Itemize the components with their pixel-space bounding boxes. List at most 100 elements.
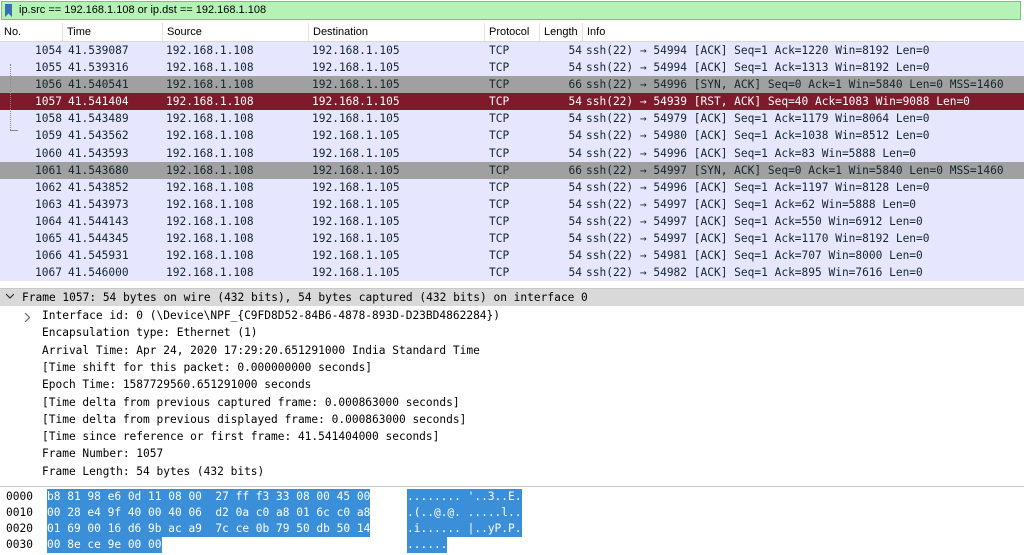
packet-cell-time: 41.544345 bbox=[68, 232, 129, 246]
packet-cell-time: 41.540541 bbox=[68, 78, 129, 92]
display-filter-bar: ip.src == 192.168.1.108 or ip.dst == 192… bbox=[0, 0, 1024, 22]
packet-cell-proto: TCP bbox=[489, 78, 510, 92]
packet-cell-info: ssh(22) → 54994 [ACK] Seq=1 Ack=1313 Win… bbox=[586, 61, 930, 75]
column-header-length[interactable]: Length bbox=[540, 23, 583, 41]
column-header-time[interactable]: Time bbox=[63, 23, 163, 41]
packet-cell-proto: TCP bbox=[489, 232, 510, 246]
packet-cell-no: 1067 bbox=[35, 266, 62, 280]
packet-cell-time: 41.539087 bbox=[68, 44, 129, 57]
packet-cell-src: 192.168.1.108 bbox=[166, 95, 254, 109]
packet-cell-dst: 192.168.1.105 bbox=[312, 249, 400, 263]
packet-cell-proto: TCP bbox=[489, 44, 510, 57]
packet-cell-no: 1054 bbox=[35, 44, 62, 57]
packet-cell-src: 192.168.1.108 bbox=[166, 266, 254, 280]
chevron-down-icon[interactable] bbox=[6, 292, 14, 300]
packet-cell-info: ssh(22) → 54939 [RST, ACK] Seq=40 Ack=10… bbox=[586, 95, 970, 109]
chevron-right-icon[interactable] bbox=[24, 313, 31, 322]
detail-time-shift[interactable]: [Time shift for this packet: 0.000000000… bbox=[42, 359, 372, 376]
packet-cell-proto: TCP bbox=[489, 197, 510, 211]
packet-cell-no: 1065 bbox=[35, 232, 62, 246]
table-row[interactable]: 1064 41.544143 192.168.1.108 192.168.1.105 T… bbox=[0, 212, 1024, 231]
packet-cell-len: 54 bbox=[568, 214, 582, 228]
column-header-protocol[interactable]: Protocol bbox=[485, 23, 540, 41]
packet-cell-src: 192.168.1.108 bbox=[166, 112, 254, 126]
table-row[interactable]: 1056 41.540541 192.168.1.108 192.168.1.105 T… bbox=[0, 76, 1024, 94]
packet-cell-dst: 192.168.1.105 bbox=[312, 232, 400, 246]
packet-cell-src: 192.168.1.108 bbox=[166, 61, 254, 75]
packet-cell-time: 41.546000 bbox=[68, 266, 129, 280]
packet-rows: 1054 41.539087 192.168.1.108 192.168.1.105 T… bbox=[0, 42, 1024, 282]
bytes-ascii[interactable]: ...... bbox=[407, 537, 448, 553]
packet-cell-time: 41.543593 bbox=[68, 146, 129, 160]
packet-cell-src: 192.168.1.108 bbox=[166, 214, 254, 228]
display-filter-input[interactable]: ip.src == 192.168.1.108 or ip.dst == 192… bbox=[19, 2, 266, 19]
display-filter-field[interactable]: ip.src == 192.168.1.108 or ip.dst == 192… bbox=[1, 1, 1021, 20]
packet-cell-len: 54 bbox=[568, 232, 582, 246]
packet-cell-no: 1063 bbox=[35, 197, 62, 211]
bytes-ascii[interactable]: .(..@.@. .....l.. bbox=[407, 505, 522, 521]
packet-cell-src: 192.168.1.108 bbox=[166, 129, 254, 143]
packet-cell-info: ssh(22) → 54996 [ACK] Seq=1 Ack=83 Win=5… bbox=[586, 146, 917, 160]
column-header-destination[interactable]: Destination bbox=[309, 23, 485, 41]
bytes-offset: 0030 bbox=[6, 538, 33, 551]
column-header-no[interactable]: No. bbox=[0, 23, 63, 41]
bytes-hex[interactable]: 00 28 e4 9f 40 00 40 06 d2 0a c0 a8 01 6… bbox=[47, 505, 371, 521]
bytes-hex[interactable]: 01 69 00 16 d6 9b ac a9 7c ce 0b 79 50 d… bbox=[47, 521, 371, 537]
packet-cell-dst: 192.168.1.105 bbox=[312, 129, 400, 143]
bytes-ascii[interactable]: ........ '..3..E. bbox=[407, 489, 522, 505]
packet-cell-info: ssh(22) → 54996 [SYN, ACK] Seq=0 Ack=1 W… bbox=[586, 78, 1004, 92]
column-header-source[interactable]: Source bbox=[163, 23, 309, 41]
packet-cell-no: 1064 bbox=[35, 214, 62, 228]
table-row[interactable]: 1063 41.543973 192.168.1.108 192.168.1.105 T… bbox=[0, 195, 1024, 213]
bytes-ascii[interactable]: .i...... |..yP.P. bbox=[407, 521, 522, 537]
table-row[interactable]: 1060 41.543593 192.168.1.108 192.168.1.105 T… bbox=[0, 144, 1024, 162]
packet-cell-dst: 192.168.1.105 bbox=[312, 214, 400, 228]
packet-cell-len: 54 bbox=[568, 95, 582, 109]
detail-interface-id[interactable]: Interface id: 0 (\Device\NPF_{C9FD8D52-8… bbox=[42, 307, 500, 324]
frame-summary-row[interactable]: Frame 1057: 54 bytes on wire (432 bits),… bbox=[0, 289, 1024, 306]
packet-cell-time: 41.543852 bbox=[68, 180, 129, 194]
packet-details-pane: Frame 1057: 54 bytes on wire (432 bits),… bbox=[0, 288, 1024, 485]
column-header-info[interactable]: Info bbox=[583, 23, 1024, 41]
detail-time-since-reference[interactable]: [Time since reference or first frame: 41… bbox=[42, 428, 439, 445]
detail-arrival-time[interactable]: Arrival Time: Apr 24, 2020 17:29:20.6512… bbox=[42, 342, 480, 359]
packet-cell-len: 54 bbox=[568, 146, 582, 160]
packet-cell-len: 54 bbox=[568, 197, 582, 211]
packet-cell-len: 54 bbox=[568, 180, 582, 194]
detail-frame-number[interactable]: Frame Number: 1057 bbox=[42, 445, 163, 462]
table-row[interactable]: 1066 41.545931 192.168.1.108 192.168.1.105 T… bbox=[0, 247, 1024, 265]
detail-delta-displayed[interactable]: [Time delta from previous displayed fram… bbox=[42, 411, 466, 428]
packet-cell-time: 41.544143 bbox=[68, 214, 129, 228]
packet-cell-proto: TCP bbox=[489, 266, 510, 280]
packet-cell-info: ssh(22) → 54979 [ACK] Seq=1 Ack=1179 Win… bbox=[586, 112, 930, 126]
detail-delta-captured[interactable]: [Time delta from previous captured frame… bbox=[42, 394, 460, 411]
conversation-tree-line bbox=[10, 64, 12, 130]
packet-cell-src: 192.168.1.108 bbox=[166, 180, 254, 194]
detail-encapsulation[interactable]: Encapsulation type: Ethernet (1) bbox=[42, 324, 258, 341]
bookmark-icon[interactable] bbox=[5, 4, 12, 17]
packet-cell-time: 41.539316 bbox=[68, 61, 129, 75]
table-row[interactable]: 1055 41.539316 192.168.1.108 192.168.1.105 T… bbox=[0, 59, 1024, 77]
packet-cell-dst: 192.168.1.105 bbox=[312, 61, 400, 75]
table-row[interactable]: 1067 41.546000 192.168.1.108 192.168.1.105 T… bbox=[0, 264, 1024, 282]
bytes-hex[interactable]: b8 81 98 e6 0d 11 08 00 27 ff f3 33 08 0… bbox=[47, 489, 371, 505]
packet-cell-src: 192.168.1.108 bbox=[166, 78, 254, 92]
packet-cell-len: 54 bbox=[568, 112, 582, 126]
table-row[interactable]: 1061 41.543680 192.168.1.108 192.168.1.105 T… bbox=[0, 161, 1024, 179]
table-row[interactable]: 1059 41.543562 192.168.1.108 192.168.1.105 T… bbox=[0, 127, 1024, 145]
table-row[interactable]: 1058 41.543489 192.168.1.108 192.168.1.105 T… bbox=[0, 110, 1024, 128]
packet-cell-dst: 192.168.1.105 bbox=[312, 44, 400, 57]
detail-epoch-time[interactable]: Epoch Time: 1587729560.651291000 seconds bbox=[42, 376, 311, 393]
table-row[interactable]: 1065 41.544345 192.168.1.108 192.168.1.105 T… bbox=[0, 230, 1024, 248]
packet-cell-info: ssh(22) → 54997 [SYN, ACK] Seq=0 Ack=1 W… bbox=[586, 163, 1004, 177]
table-row[interactable]: 1062 41.543852 192.168.1.108 192.168.1.105 T… bbox=[0, 178, 1024, 196]
table-row-selected[interactable]: 1057 41.541404 192.168.1.108 192.168.1.105 T… bbox=[0, 93, 1024, 111]
packet-cell-dst: 192.168.1.105 bbox=[312, 112, 400, 126]
detail-frame-length[interactable]: Frame Length: 54 bytes (432 bits) bbox=[42, 463, 264, 480]
packet-cell-proto: TCP bbox=[489, 112, 510, 126]
packet-cell-proto: TCP bbox=[489, 61, 510, 75]
table-row[interactable]: 1054 41.539087 192.168.1.108 192.168.1.105 T… bbox=[0, 42, 1024, 60]
bytes-hex[interactable]: 00 8e ce 9e 00 00 bbox=[47, 537, 162, 553]
frame-summary-text: Frame 1057: 54 bytes on wire (432 bits),… bbox=[22, 291, 588, 304]
packet-cell-proto: TCP bbox=[489, 129, 510, 143]
